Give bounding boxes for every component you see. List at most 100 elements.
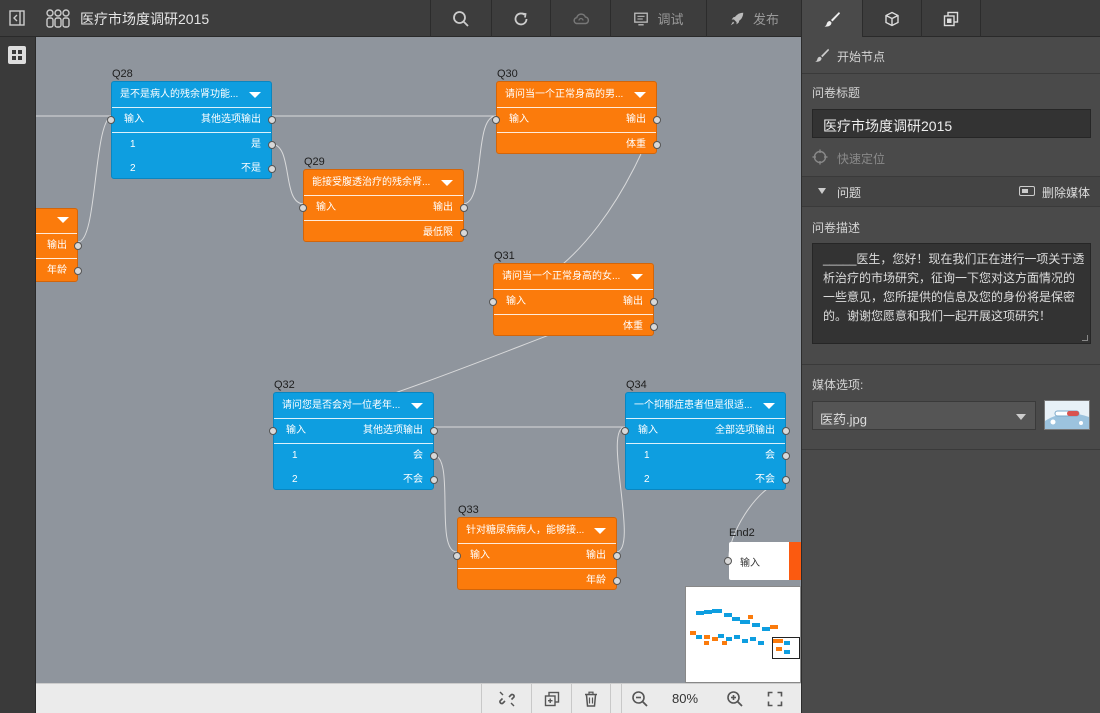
output-port[interactable] [460,204,468,212]
question-section-toggle[interactable]: 问题 删除媒体 [802,177,1100,206]
input-port[interactable] [299,204,307,212]
delete-button[interactable] [571,684,611,713]
output-port[interactable] [613,577,621,585]
option-port[interactable] [782,476,790,484]
input-port[interactable] [269,427,277,435]
output-port[interactable] [650,323,658,331]
fullscreen-button[interactable] [756,684,794,713]
publish-button[interactable]: 发布 [706,0,801,37]
survey-title-value: 医疗市场度调研2015 [823,118,953,134]
output-port[interactable] [268,116,276,124]
question-node-q32[interactable]: Q32 请问您是否会对一位老年... 输入 其他选项输出 1会 2 不会 [269,379,438,490]
end-node[interactable]: 输入 [724,542,801,580]
grid-toggle-button[interactable] [8,46,26,64]
input-port[interactable] [489,298,497,306]
minimap-node [742,639,748,643]
node-footer-row: 体重 [494,315,658,339]
node-input-label: 输入 [124,114,144,125]
option-port[interactable] [430,476,438,484]
cloud-sync-button[interactable] [550,0,610,37]
wire-q33-to-q34 [615,426,626,553]
minimap-node [704,610,712,614]
option-label: 不是 [241,163,261,174]
media-thumbnail[interactable] [1044,400,1090,430]
minimap-node [696,635,702,639]
refresh-button[interactable] [491,0,550,37]
chevron-down-icon[interactable] [57,217,69,223]
question-node-q33[interactable]: Q33 针对糖尿病病人，能够接... 输入 输出 年龄 [453,504,621,590]
delete-media-label: 删除媒体 [1042,186,1091,200]
chevron-down-icon[interactable] [594,528,606,534]
input-port[interactable] [107,116,115,124]
minimap-node [734,635,740,639]
media-select[interactable]: 医药.jpg [812,401,1036,430]
minimap-node [718,634,724,638]
delete-media-button[interactable]: 删除媒体 [1017,184,1097,200]
output-port[interactable] [460,229,468,237]
survey-title-field[interactable]: 医疗市场度调研2015 [812,109,1091,138]
flow-canvas[interactable]: 输出 年龄 Q28 是不是病人的残余肾功能... 输入 其他选项输出 1是 2 不是… [36,37,801,683]
input-port[interactable] [453,552,461,560]
caret-down-icon [818,188,826,194]
option-label: 不会 [403,474,423,485]
zoom-in-button[interactable] [716,684,753,713]
chevron-down-icon[interactable] [249,92,261,98]
minimap-node [750,637,756,641]
node-input-label: 输入 [509,114,529,125]
collapse-sidebar-icon[interactable] [8,9,26,27]
chevron-down-icon[interactable] [634,92,646,98]
node-title: 请问当一个正常身高的女... [494,264,653,290]
chevron-down-icon[interactable] [631,274,643,280]
unlink-button[interactable] [481,684,531,713]
description-textarea[interactable]: _____医生，您好！现在我们正在进行一项关于透析治疗的市场研究，征询一下您对这… [812,243,1091,344]
tab-components[interactable] [862,0,921,37]
option-number: 1 [644,450,650,461]
option-row: 2 不会 [626,468,790,492]
minimap-node [696,611,704,615]
zoom-level: 80% [671,691,699,706]
debug-button[interactable]: 调试 [610,0,706,37]
zoom-out-button[interactable] [621,684,658,713]
output-port[interactable] [653,116,661,124]
resize-handle-icon[interactable] [1082,335,1088,341]
monitor-icon [634,12,649,25]
question-node-q31[interactable]: Q31 请问当一个正常身高的女... 输入 输出 体重 [489,250,658,339]
duplicate-button[interactable] [531,684,571,713]
node-footer-label: 体重 [626,139,646,150]
question-node-q30[interactable]: Q30 请问当一个正常身高的男... 输入 输出 体重 [492,68,661,154]
minimap-node [762,627,770,631]
output-port[interactable] [74,242,82,250]
output-port[interactable] [782,427,790,435]
quick-locate-button[interactable]: 快速定位 [812,148,922,166]
minimap-viewport[interactable] [772,637,800,659]
option-port[interactable] [268,165,276,173]
output-port[interactable] [430,427,438,435]
output-port[interactable] [650,298,658,306]
node-io-row: 输入 输出 [489,290,658,314]
description-text: _____医生，您好！现在我们正在进行一项关于透析治疗的市场研究，征询一下您对这… [823,252,1085,323]
output-port[interactable] [613,552,621,560]
question-node-q29[interactable]: Q29 能接受腹透治疗的残余肾... 输入 输出 最低限 [299,156,468,242]
chevron-down-icon[interactable] [411,403,423,409]
output-port[interactable] [74,267,82,275]
panel-divider [802,73,1100,74]
partial-question-node[interactable]: 输出 年龄 [36,208,82,282]
tab-layers[interactable] [921,0,980,37]
input-port[interactable] [724,557,732,565]
question-node-q28[interactable]: Q28 是不是病人的残余肾功能... 输入 其他选项输出 1是 2 不是 [107,68,276,179]
question-node-q34[interactable]: Q34 一个抑郁症患者但是很适... 输入 全部选项输出 1会 2 不会 [621,379,790,492]
minimap[interactable] [685,586,801,683]
option-port[interactable] [782,452,790,460]
search-button[interactable] [430,0,491,37]
chevron-down-icon[interactable] [763,403,775,409]
option-port[interactable] [430,452,438,460]
tab-style[interactable] [801,0,862,37]
output-port[interactable] [653,141,661,149]
chevron-down-icon[interactable] [441,180,453,186]
option-number: 1 [130,139,136,150]
input-port[interactable] [492,116,500,124]
left-tool-strip [0,37,36,713]
option-port[interactable] [268,141,276,149]
input-port[interactable] [621,427,629,435]
end-node-id-label: End2 [729,527,755,539]
